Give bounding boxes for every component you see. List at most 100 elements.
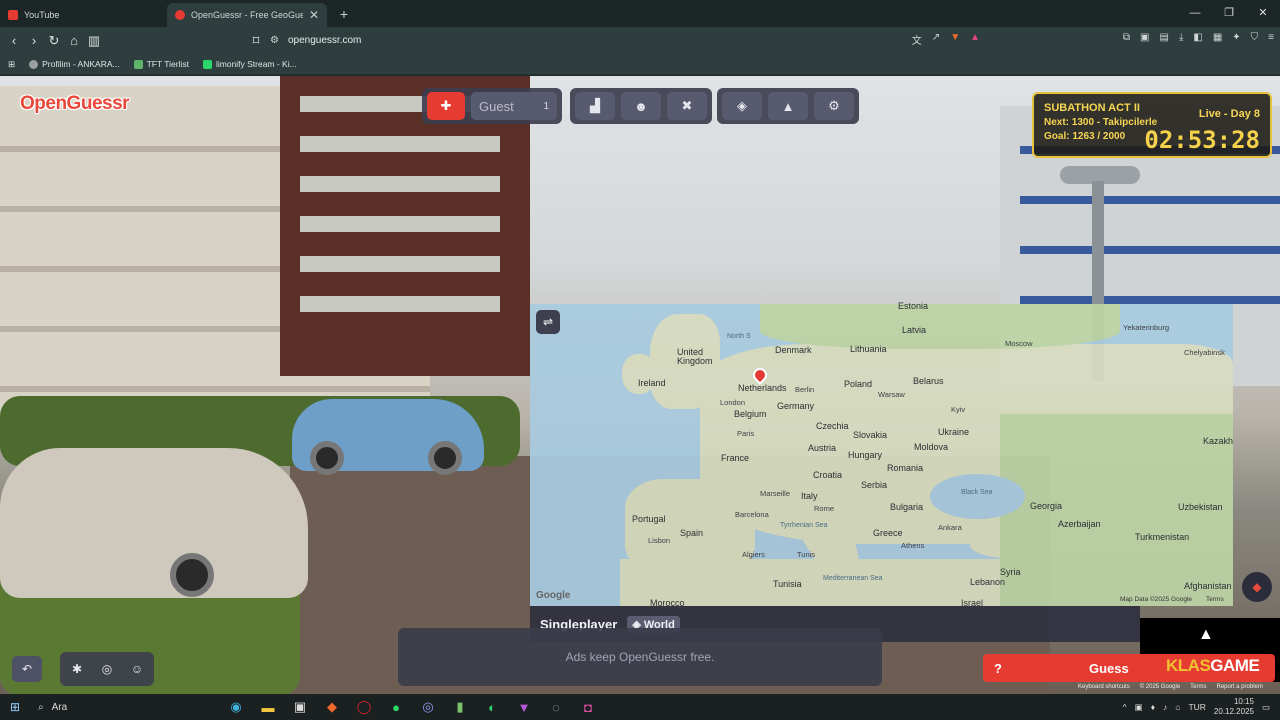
windows-taskbar: ⊞ ⌕ Ara ◉ ▬ ▣ ◆ ◯ ● ◎ ▮ ◐ ▼ ◌ ◘ ^ ▣ ♦ ♪ …	[0, 694, 1280, 720]
close-icon[interactable]: ✕	[1246, 0, 1280, 27]
map-city-label: Algiers	[742, 550, 765, 559]
land-ireland	[622, 354, 656, 394]
openguessr-logo[interactable]: OpenGuessr	[20, 93, 130, 115]
bookmark-item[interactable]: Profilim - ANKARA...	[29, 59, 120, 69]
network-icon[interactable]: ⌂	[1175, 702, 1180, 712]
opera-icon[interactable]: ◯	[348, 699, 380, 715]
bookmark-item[interactable]: limonify Stream - Ki...	[202, 59, 297, 69]
bookmark-favicon-icon	[29, 59, 39, 69]
tab-youtube[interactable]: YouTube	[0, 3, 160, 27]
player-count: 1	[543, 100, 549, 112]
bookmark-label: limonify Stream - Ki...	[215, 59, 297, 69]
map-label: Afghanistan	[1184, 581, 1232, 591]
menu-icon[interactable]: ≡	[1268, 32, 1274, 43]
back-icon[interactable]: ‹	[4, 33, 24, 48]
compass-icon[interactable]: ◆	[1242, 572, 1272, 602]
add-player-icon[interactable]: ✚	[427, 92, 465, 120]
map-city-label: Marseille	[760, 489, 791, 498]
plus-icon[interactable]: +	[335, 6, 353, 22]
terms-link[interactable]: Terms	[1190, 684, 1206, 690]
keyboard-shortcuts-link[interactable]: Keyboard shortcuts	[1078, 684, 1130, 690]
download-icon[interactable]: ⤓	[1179, 32, 1183, 43]
map-label: Denmark	[775, 345, 812, 355]
site-settings-icon[interactable]: ⚙	[270, 35, 288, 46]
settings-icon[interactable]: ⚙	[814, 92, 854, 120]
taskbar-clock[interactable]: 10:15 20.12.2025	[1214, 697, 1254, 717]
taskbar-search[interactable]: ⌕ Ara	[30, 696, 180, 718]
translate-icon[interactable]: 文	[912, 32, 922, 47]
microphone-icon[interactable]: ♦	[1151, 702, 1155, 712]
url-field[interactable]: ⚙ openguessr.com	[250, 30, 990, 51]
black-sea	[930, 474, 1025, 519]
close-tab-icon[interactable]: ✕	[309, 8, 319, 22]
window-controls: — ❐ ✕	[1178, 0, 1280, 27]
map-label: Slovakia	[853, 430, 888, 440]
map-sea-label: Black Sea	[961, 489, 993, 496]
leaderboard-icon[interactable]: ▟	[575, 92, 615, 120]
apps-grid-icon[interactable]: ⊞	[8, 59, 15, 70]
twitch-studio-icon[interactable]: ▼	[508, 700, 540, 715]
map-city-label: Yekaterinburg	[1123, 323, 1170, 332]
multiplayer-icon[interactable]: ☻	[621, 92, 661, 120]
reload-icon[interactable]: ↻	[44, 33, 64, 49]
help-icon[interactable]: ?	[983, 661, 1013, 676]
map-label: Belgium	[734, 409, 767, 419]
obs-app-icon[interactable]: ◘	[572, 700, 604, 715]
map-label: Moldova	[914, 442, 949, 452]
map-label: Azerbaijan	[1058, 519, 1101, 529]
sidebar-icon[interactable]: ▥	[84, 33, 104, 49]
map-label: Poland	[844, 379, 873, 389]
volume-icon[interactable]: ♪	[1163, 702, 1167, 712]
discord-icon[interactable]: ◎	[92, 656, 122, 682]
screenshot-icon[interactable]: ▣	[1140, 32, 1149, 43]
copyright-label: © 2025 Google	[1139, 684, 1181, 690]
whatsapp-icon[interactable]: ◐	[476, 700, 508, 715]
file-explorer-icon[interactable]: ▬	[252, 700, 284, 715]
brave-shield-icon[interactable]: ▼	[950, 32, 960, 47]
player-toolbar: ✚ Guest 1	[422, 88, 562, 124]
minimize-icon[interactable]: —	[1178, 0, 1212, 27]
undo-icon[interactable]: ↶	[12, 656, 42, 682]
bookmark-label: Profilim - ANKARA...	[42, 59, 120, 69]
store-icon[interactable]: ▣	[284, 699, 316, 715]
report-problem-link[interactable]: Report a problem	[1217, 684, 1263, 690]
map-city-label: Paris	[737, 429, 755, 438]
discord-app-icon[interactable]: ◎	[412, 699, 444, 715]
guest-name-field[interactable]: Guest 1	[471, 92, 557, 120]
reddit-icon[interactable]: ☺	[122, 656, 152, 682]
klasgame-logo: KLASGAME	[1166, 656, 1260, 676]
steam-icon[interactable]: ◌	[540, 700, 572, 715]
home-icon[interactable]: ⌂	[64, 33, 84, 48]
map-label: Romania	[887, 463, 924, 473]
split-view-icon[interactable]: ◧	[1193, 32, 1202, 43]
adidas-logo-icon: ▲	[1198, 626, 1214, 643]
tray-app-icon[interactable]: ▣	[1135, 702, 1143, 713]
tab-openguessr[interactable]: OpenGuessr - Free GeoGuessr ✕	[167, 2, 327, 27]
bug-report-icon[interactable]: ✱	[62, 656, 92, 682]
learn-icon[interactable]: ▲	[768, 92, 808, 120]
share-icon[interactable]: ↗	[932, 32, 940, 47]
edge-icon[interactable]: ◉	[220, 699, 252, 715]
map-settings-icon[interactable]: ⇌	[536, 310, 560, 334]
spotify-icon[interactable]: ●	[380, 700, 412, 715]
windows-start-icon[interactable]: ⊞	[0, 700, 30, 714]
battle-icon[interactable]: ✖	[667, 92, 707, 120]
leo-ai-icon[interactable]: ✦	[1232, 32, 1240, 43]
brave-icon[interactable]: ◆	[316, 699, 348, 715]
extensions-icon[interactable]: ⧉	[1123, 32, 1130, 43]
url-actions: 文 ↗ ▼ ▲	[912, 32, 980, 47]
bookmark-item[interactable]: TFT Tierlist	[133, 59, 189, 69]
vpn-icon[interactable]: ⛉	[1251, 32, 1259, 43]
restore-icon[interactable]: ❐	[1212, 0, 1246, 27]
language-indicator[interactable]: TUR	[1188, 702, 1205, 712]
rewards-icon[interactable]: ▲	[970, 32, 980, 47]
notification-icon[interactable]: ▭	[1262, 702, 1270, 713]
map-label: Czechia	[816, 421, 849, 431]
map-terms-link[interactable]: Terms	[1206, 596, 1224, 603]
wallet-icon[interactable]: ▤	[1159, 32, 1168, 43]
forward-icon[interactable]: ›	[24, 33, 44, 48]
layers-icon[interactable]: ◈	[722, 92, 762, 120]
tray-expand-icon[interactable]: ^	[1123, 702, 1127, 712]
wallet2-icon[interactable]: ▦	[1213, 32, 1222, 43]
app-icon[interactable]: ▮	[444, 699, 476, 715]
